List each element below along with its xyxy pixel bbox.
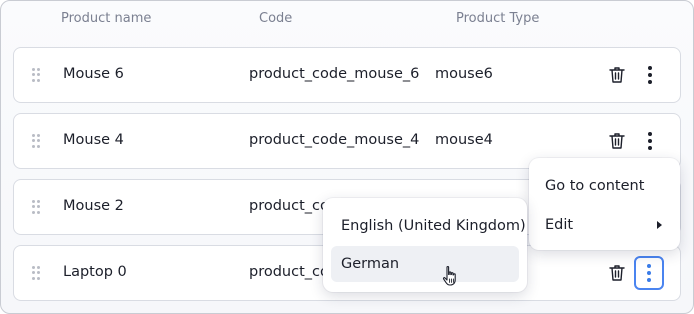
menu-item-label: Edit [545,217,574,233]
more-vertical-icon[interactable] [634,256,664,290]
menu-item-german[interactable]: German [331,246,519,282]
product-code-cell: product_co [249,264,329,280]
row-actions-menu: Go to content Edit [529,158,680,250]
hand-pointer-icon [442,265,456,286]
menu-item-label: English (United Kingdom) [341,218,526,234]
more-vertical-icon[interactable] [640,62,660,88]
menu-item-edit[interactable]: Edit [535,207,674,243]
product-code-cell: product_code_mouse_6 [249,66,420,82]
drag-handle-icon[interactable] [32,68,40,82]
product-name-cell: Laptop 0 [63,264,127,280]
menu-item-label: Go to content [545,178,645,194]
drag-handle-icon[interactable] [32,134,40,148]
product-code-cell: product_code_mouse_4 [249,132,420,148]
more-vertical-icon[interactable] [640,128,660,154]
trash-icon[interactable] [609,132,625,150]
table-header: Product name Code Product Type [1,11,693,29]
drag-handle-icon[interactable] [32,266,40,280]
trash-icon[interactable] [609,264,625,282]
language-submenu: English (United Kingdom) German [323,198,527,292]
drag-handle-icon[interactable] [32,200,40,214]
product-type-cell: mouse6 [435,66,493,82]
product-name-cell: Mouse 6 [63,66,124,82]
menu-item-english-uk[interactable]: English (United Kingdom) [331,208,526,244]
table-row[interactable]: Mouse 6 product_code_mouse_6 mouse6 [13,47,681,103]
trash-icon[interactable] [609,66,625,84]
chevron-right-icon [657,221,662,229]
column-header-code[interactable]: Code [259,11,292,26]
product-name-cell: Mouse 2 [63,198,124,214]
product-code-cell: product_co [249,198,329,214]
products-panel: Product name Code Product Type Mouse 6 p… [0,0,694,314]
product-name-cell: Mouse 4 [63,132,124,148]
product-type-cell: mouse4 [435,132,493,148]
menu-item-go-to-content[interactable]: Go to content [535,168,674,204]
column-header-product-type[interactable]: Product Type [456,11,539,26]
column-header-product-name[interactable]: Product name [61,11,151,26]
menu-item-label: German [341,256,400,272]
